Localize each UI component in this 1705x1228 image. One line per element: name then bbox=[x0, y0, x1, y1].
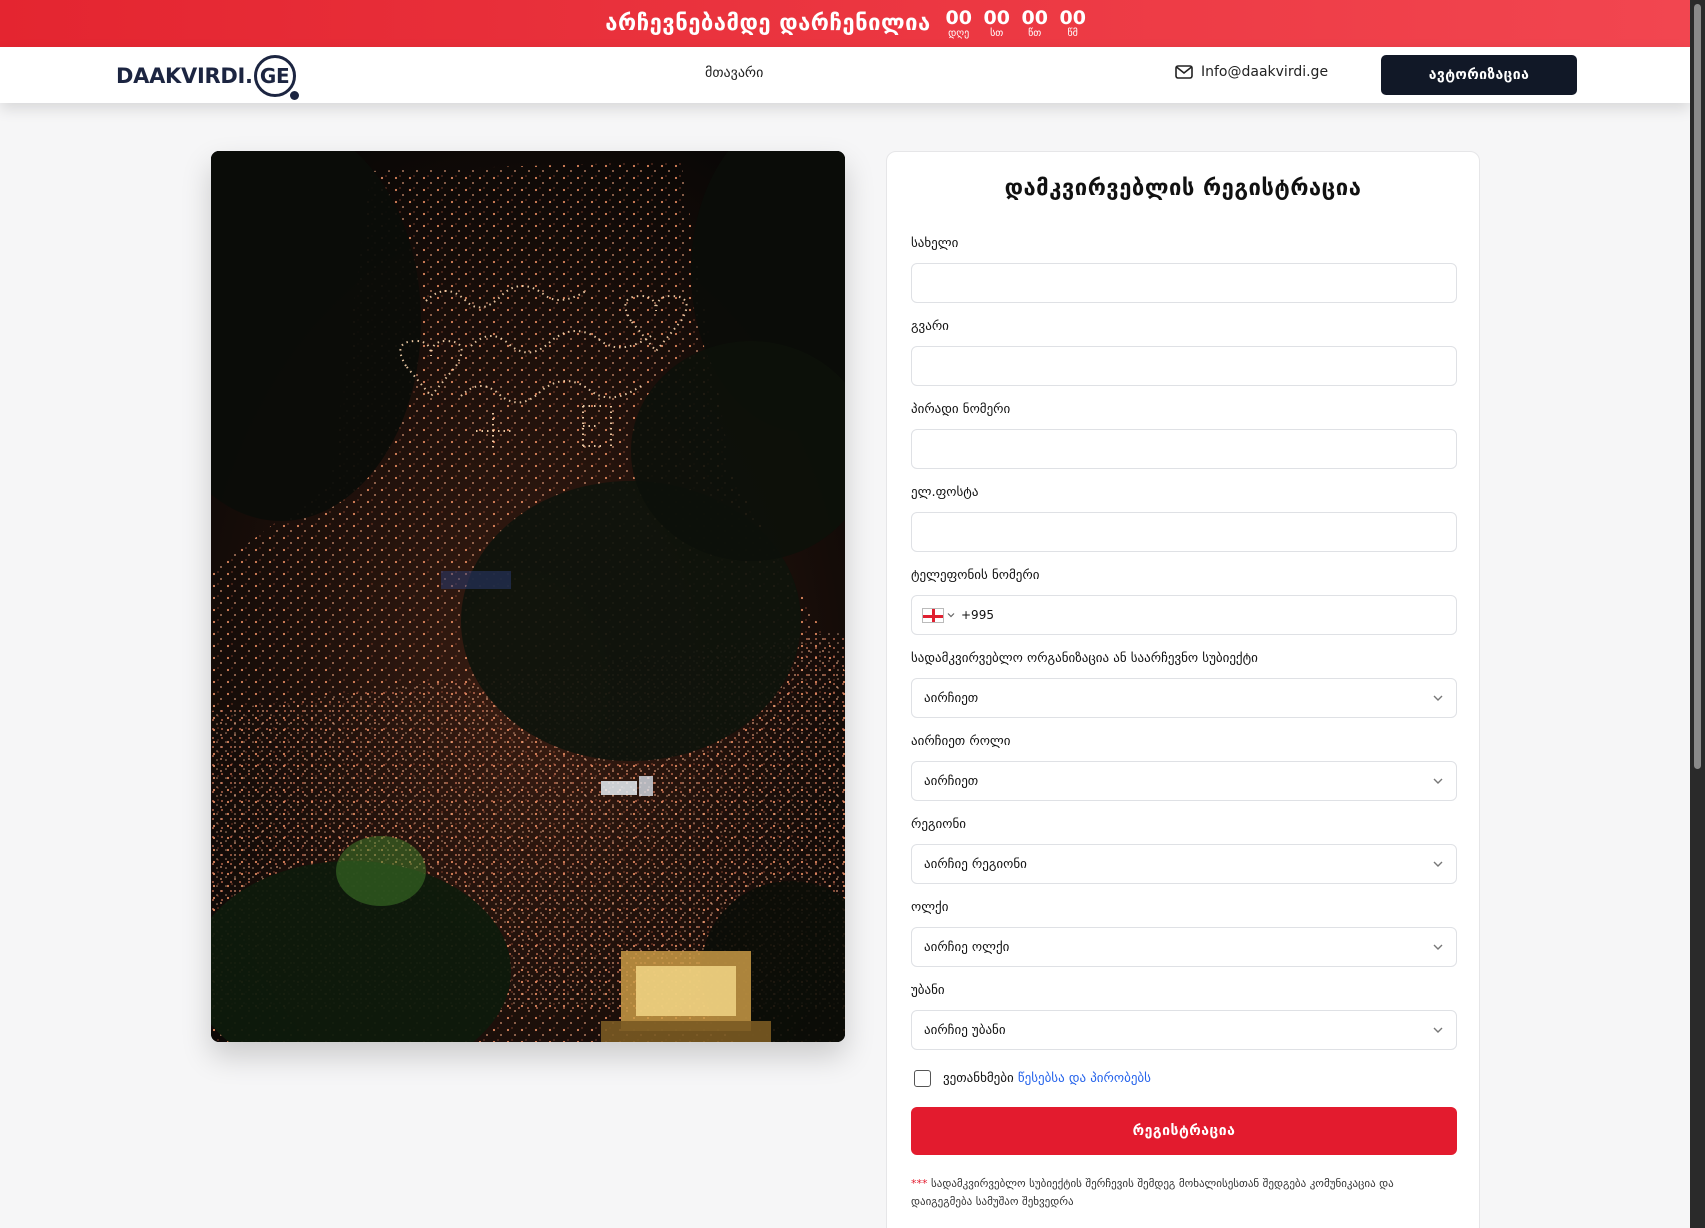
last-name-input[interactable] bbox=[912, 347, 1456, 385]
phone-label: ტელეფონის ნომერი bbox=[911, 568, 1040, 583]
countdown-minutes-label: წთ bbox=[1028, 27, 1042, 39]
first-name-label: სახელი bbox=[911, 236, 959, 251]
chevron-down-icon bbox=[1433, 861, 1443, 867]
district-select-value: აირჩიე ოლქი bbox=[924, 939, 1010, 955]
mail-icon bbox=[1175, 65, 1193, 79]
chevron-down-icon bbox=[1433, 695, 1443, 701]
hero-photo bbox=[211, 151, 845, 1042]
role-select[interactable]: აირჩიეთ bbox=[911, 761, 1457, 801]
countdown-seconds-value: 00 bbox=[1059, 6, 1086, 29]
scrollbar-thumb[interactable] bbox=[1694, 4, 1701, 769]
email-input[interactable] bbox=[912, 513, 1456, 551]
precinct-select[interactable]: აირჩიე უბანი bbox=[911, 1010, 1457, 1050]
countdown-days-label: დღე bbox=[948, 27, 970, 39]
email-label: ელ.ფოსტა bbox=[911, 485, 979, 500]
site-logo[interactable]: DAAKVIRDI. GE bbox=[116, 55, 299, 100]
region-select[interactable]: აირჩიე რეგიონი bbox=[911, 844, 1457, 884]
terms-agree-text: ვეთანხმები წესებსა და პირობებს bbox=[943, 1071, 1151, 1086]
countdown-days-value: 00 bbox=[945, 6, 972, 29]
site-header: DAAKVIRDI. GE მთავარი Info@daakvirdi.ge … bbox=[0, 47, 1690, 103]
district-select[interactable]: აირჩიე ოლქი bbox=[911, 927, 1457, 967]
personal-id-input[interactable] bbox=[912, 430, 1456, 468]
countdown-timer: 00 დღე 00 სთ 00 წთ 00 წმ bbox=[945, 6, 1086, 40]
phone-country-code: +995 bbox=[961, 608, 994, 622]
terms-checkbox[interactable] bbox=[914, 1070, 931, 1087]
countdown-minutes-value: 00 bbox=[1021, 6, 1048, 29]
countdown-days: 00 დღე bbox=[945, 6, 972, 40]
logo-ge-circle: GE bbox=[253, 55, 299, 100]
georgia-flag-icon[interactable] bbox=[922, 607, 944, 623]
chevron-down-icon bbox=[1433, 778, 1443, 784]
region-label: რეგიონი bbox=[911, 817, 966, 832]
last-name-field[interactable] bbox=[911, 346, 1457, 386]
phone-field[interactable]: +995 bbox=[911, 595, 1457, 635]
agree-text: ვეთანხმები bbox=[943, 1071, 1014, 1086]
nav-home-link[interactable]: მთავარი bbox=[705, 65, 763, 81]
terms-link[interactable]: წესებსა და პირობებს bbox=[1018, 1071, 1151, 1086]
personal-id-field[interactable] bbox=[911, 429, 1457, 469]
countdown-hours-label: სთ bbox=[990, 27, 1004, 39]
note-text: სადამკვირვებლო სუბიექტის შერჩევის შემდეგ… bbox=[911, 1177, 1394, 1208]
last-name-label: გვარი bbox=[911, 319, 949, 334]
logo-suffix: GE bbox=[259, 64, 290, 88]
countdown-seconds: 00 წმ bbox=[1059, 6, 1086, 40]
contact-email-text: Info@daakvirdi.ge bbox=[1201, 64, 1329, 80]
countdown-title: არჩევნებამდე დარჩენილია bbox=[605, 11, 931, 36]
first-name-input[interactable] bbox=[912, 264, 1456, 302]
page-scrollbar[interactable] bbox=[1690, 0, 1705, 1228]
chevron-down-icon bbox=[1433, 1027, 1443, 1033]
countdown-minutes: 00 წთ bbox=[1021, 6, 1048, 40]
note-asterisks: *** bbox=[911, 1177, 928, 1190]
registration-title: დამკვირვებლის რეგისტრაცია bbox=[1004, 176, 1362, 201]
chevron-down-icon bbox=[1433, 944, 1443, 950]
registration-card: დამკვირვებლის რეგისტრაცია სახელი გვარი პ… bbox=[886, 151, 1480, 1228]
precinct-label: უბანი bbox=[911, 983, 945, 998]
role-select-value: აირჩიეთ bbox=[924, 773, 979, 789]
district-label: ოლქი bbox=[911, 900, 949, 915]
login-button[interactable]: ავტორიზაცია bbox=[1381, 55, 1577, 95]
contact-email[interactable]: Info@daakvirdi.ge bbox=[1175, 64, 1328, 80]
logo-text: DAAKVIRDI. bbox=[116, 64, 253, 88]
terms-agreement: ვეთანხმები წესებსა და პირობებს bbox=[914, 1070, 1151, 1087]
countdown-hours: 00 სთ bbox=[983, 6, 1010, 40]
organization-label: სადამკვირვებლო ორგანიზაცია ან საარჩევნო … bbox=[911, 651, 1258, 666]
region-select-value: აირჩიე რეგიონი bbox=[924, 856, 1027, 872]
chevron-down-icon[interactable] bbox=[947, 612, 955, 618]
candle-crowd-image bbox=[211, 151, 845, 1042]
personal-id-label: პირადი ნომერი bbox=[911, 402, 1011, 417]
phone-input[interactable] bbox=[993, 596, 1456, 634]
organization-select-value: აირჩიეთ bbox=[924, 690, 979, 706]
precinct-select-value: აირჩიე უბანი bbox=[924, 1022, 1006, 1038]
countdown-seconds-label: წმ bbox=[1067, 27, 1078, 39]
email-field[interactable] bbox=[911, 512, 1457, 552]
countdown-hours-value: 00 bbox=[983, 6, 1010, 29]
organization-select[interactable]: აირჩიეთ bbox=[911, 678, 1457, 718]
role-label: აირჩიეთ როლი bbox=[911, 734, 1011, 749]
countdown-banner: არჩევნებამდე დარჩენილია 00 დღე 00 სთ 00 … bbox=[0, 0, 1690, 47]
first-name-field[interactable] bbox=[911, 263, 1457, 303]
logo-dot bbox=[289, 91, 299, 100]
register-button[interactable]: რეგისტრაცია bbox=[911, 1107, 1457, 1155]
registration-note: *** სადამკვირვებლო სუბიექტის შერჩევის შე… bbox=[911, 1175, 1457, 1211]
